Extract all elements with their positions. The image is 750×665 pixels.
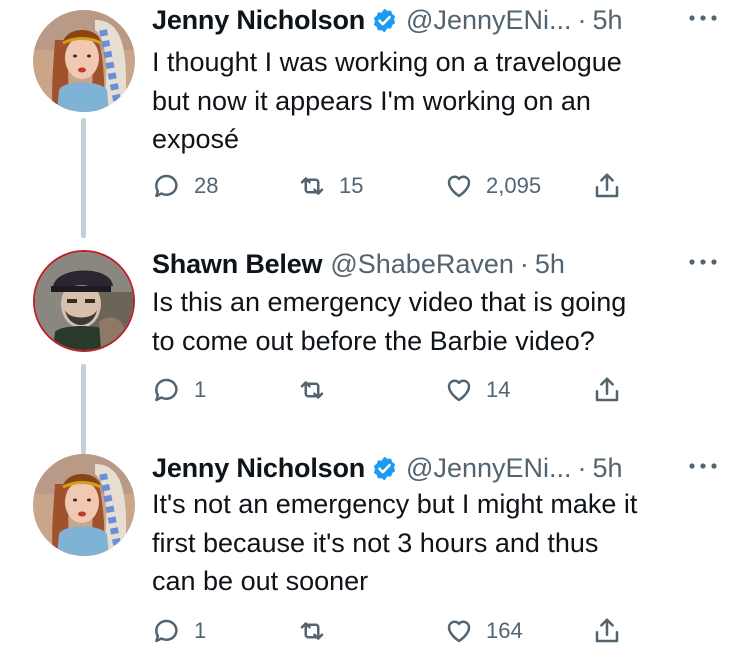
author-name[interactable]: Jenny Nicholson — [152, 5, 365, 36]
timestamp[interactable]: 5h — [593, 5, 623, 36]
author-handle[interactable]: @ShabeRaven — [330, 249, 514, 280]
more-icon[interactable] — [686, 252, 720, 272]
tweet-text-line: It's not an emergency but I might make i… — [152, 489, 638, 519]
separator-dot: · — [577, 4, 587, 35]
separator-dot: · — [577, 452, 587, 483]
tweet-text-line: first because it's not 3 hours and thus — [152, 527, 599, 558]
tweet-3[interactable]: Jenny Nicholson @JennyENi... · 5h It's n… — [0, 448, 750, 665]
tweet-actions: 28 15 2,095 — [152, 168, 652, 204]
retweet-count: 15 — [339, 173, 364, 198]
timestamp[interactable]: 5h — [593, 453, 623, 484]
timestamp[interactable]: 5h — [535, 249, 565, 280]
retweet-icon — [300, 622, 324, 640]
like-icon — [447, 620, 471, 643]
retweet-button[interactable] — [297, 372, 339, 408]
like-button[interactable]: 164 — [444, 613, 523, 649]
reply-count: 1 — [194, 618, 207, 643]
avatar-shawn[interactable] — [33, 250, 135, 352]
reply-count: 28 — [194, 173, 219, 198]
like-count: 164 — [486, 618, 523, 643]
reply-icon — [155, 619, 178, 643]
reply-icon — [155, 174, 178, 198]
tweet-1[interactable]: Jenny Nicholson @JennyENi... · 5h I thou… — [0, 0, 750, 238]
author-name[interactable]: Jenny Nicholson — [152, 453, 365, 484]
share-button[interactable] — [592, 372, 622, 408]
tweet-text-line: exposé — [152, 124, 240, 154]
retweet-icon — [300, 177, 324, 195]
share-icon — [595, 173, 619, 198]
tweet-text-line: to come out before the Barbie video? — [152, 325, 595, 356]
like-icon — [447, 379, 471, 402]
thread-line — [81, 364, 86, 456]
reply-icon — [155, 378, 178, 402]
tweet-2[interactable]: Shawn Belew @ShabeRaven · 5h Is this an … — [0, 244, 750, 456]
share-icon — [595, 377, 619, 402]
tweet-actions: 1 14 — [152, 372, 652, 408]
share-icon — [595, 618, 619, 643]
like-count: 14 — [486, 377, 511, 402]
reply-count: 1 — [194, 377, 207, 402]
like-button[interactable]: 2,095 — [444, 168, 541, 204]
retweet-icon — [300, 381, 324, 399]
tweet-header: Shawn Belew @ShabeRaven · 5h — [152, 244, 720, 284]
like-button[interactable]: 14 — [444, 372, 510, 408]
more-icon[interactable] — [686, 456, 720, 476]
tweet-header: Jenny Nicholson @JennyENi... · 5h — [152, 448, 720, 488]
tweet-text: I thought I was working on a travelogue … — [152, 43, 720, 159]
more-icon[interactable] — [686, 8, 720, 28]
separator-dot: · — [519, 248, 529, 279]
share-button[interactable] — [592, 613, 622, 649]
retweet-button[interactable] — [297, 613, 339, 649]
tweet-text-line: but now it appears I'm working on an — [152, 85, 591, 116]
verified-icon — [373, 8, 396, 32]
verified-icon — [373, 456, 396, 480]
reply-button[interactable]: 1 — [152, 613, 206, 649]
thread-line — [81, 118, 86, 238]
tweet-text: Is this an emergency video that is going… — [152, 283, 720, 360]
avatar-jenny[interactable] — [33, 454, 135, 556]
author-name[interactable]: Shawn Belew — [152, 249, 323, 280]
tweet-text-line: can be out sooner — [152, 566, 369, 596]
tweet-header: Jenny Nicholson @JennyENi... · 5h — [152, 0, 720, 40]
share-button[interactable] — [592, 168, 622, 204]
author-handle[interactable]: @JennyENi... — [406, 5, 571, 36]
like-icon — [447, 175, 471, 198]
like-count: 2,095 — [486, 173, 542, 198]
tweet-text-line: Is this an emergency video that is going — [152, 287, 627, 317]
reply-button[interactable]: 28 — [152, 168, 218, 204]
retweet-button[interactable]: 15 — [297, 168, 363, 204]
tweet-actions: 1 164 — [152, 613, 652, 649]
author-handle[interactable]: @JennyENi... — [406, 453, 571, 484]
tweet-text: It's not an emergency but I might make i… — [152, 485, 720, 601]
reply-button[interactable]: 1 — [152, 372, 206, 408]
tweet-text-line: I thought I was working on a travelogue — [152, 47, 622, 77]
avatar-jenny[interactable] — [33, 10, 135, 112]
